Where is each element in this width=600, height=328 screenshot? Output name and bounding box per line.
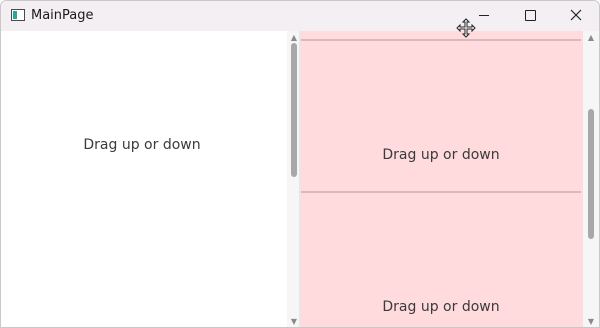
app-window: MainPage Drag up or down ▲ ▼ Drag up or …: [0, 0, 600, 328]
move-cursor-icon: [456, 18, 476, 38]
app-window-icon: [11, 9, 25, 21]
draggable-card[interactable]: Drag up or down: [301, 41, 581, 189]
scroll-down-arrow-icon[interactable]: ▼: [583, 315, 599, 327]
scroll-up-arrow-icon[interactable]: ▲: [583, 31, 599, 45]
left-pane-label: Drag up or down: [83, 137, 201, 153]
card-label: Drag up or down: [382, 299, 500, 315]
right-scrollbar-thumb[interactable]: [588, 109, 594, 239]
draggable-card[interactable]: Drag up or down: [301, 191, 581, 327]
left-scroll-pane[interactable]: Drag up or down: [1, 31, 287, 327]
maximize-button[interactable]: [507, 1, 553, 31]
window-title: MainPage: [31, 8, 94, 23]
close-icon: [570, 9, 582, 21]
card-partial-top: [301, 31, 581, 41]
right-scroll-pane[interactable]: Drag up or down Drag up or down: [301, 31, 583, 327]
right-scrollbar[interactable]: ▲ ▼: [583, 31, 599, 327]
left-scrollbar-thumb[interactable]: [291, 43, 297, 177]
close-button[interactable]: [553, 1, 599, 31]
title-bar[interactable]: MainPage: [1, 1, 599, 31]
card-label: Drag up or down: [382, 147, 500, 163]
